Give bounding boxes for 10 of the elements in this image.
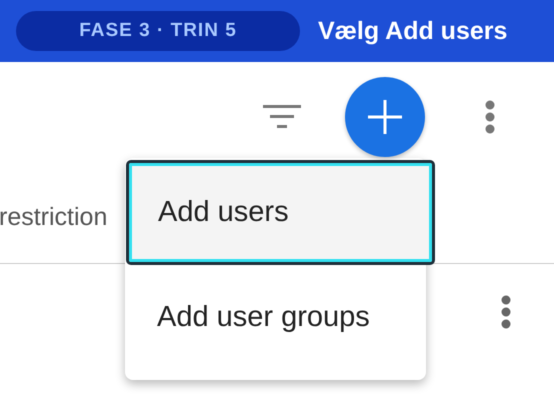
filter-icon[interactable]: [263, 105, 301, 129]
row-more-icon[interactable]: [501, 295, 511, 329]
add-button[interactable]: [345, 77, 425, 157]
banner-title: Vælg Add users: [318, 16, 508, 46]
step-badge: FASE 3 · TRIN 5: [16, 11, 300, 51]
menu-item[interactable]: Add user groups: [125, 265, 426, 370]
menu-item[interactable]: Add users: [126, 160, 435, 265]
column-header: restriction: [0, 203, 108, 232]
more-icon[interactable]: [485, 100, 495, 134]
plus-icon: [368, 100, 402, 134]
